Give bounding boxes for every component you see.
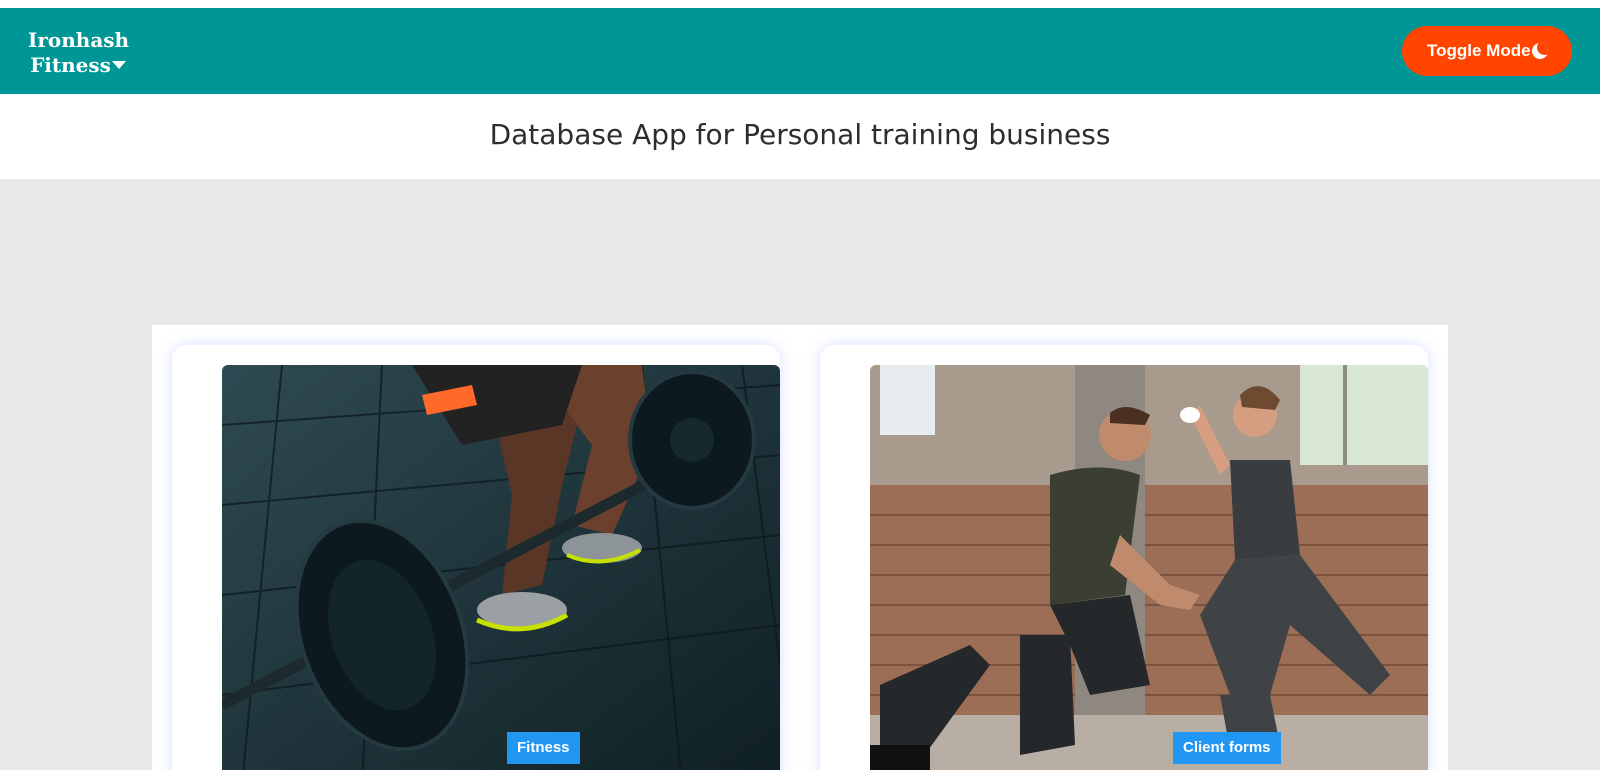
brand-line-1: Ironhash bbox=[28, 28, 130, 52]
toggle-mode-label: Toggle Mode bbox=[1427, 41, 1531, 60]
card-badge-client-forms[interactable]: Client forms bbox=[1173, 732, 1281, 764]
card-fitness[interactable]: Fitness bbox=[172, 345, 780, 770]
caret-down-icon bbox=[111, 61, 126, 69]
top-strip bbox=[0, 0, 1600, 8]
brand-dropdown[interactable]: Ironhash Fitness bbox=[28, 28, 130, 78]
card-badge-fitness[interactable]: Fitness bbox=[507, 732, 580, 764]
toggle-mode-button[interactable]: Toggle Mode bbox=[1402, 26, 1572, 76]
navbar: Ironhash Fitness Toggle Mode bbox=[0, 8, 1600, 94]
trainer-client-image bbox=[870, 365, 1428, 770]
card-client-forms[interactable]: Client forms bbox=[820, 345, 1428, 770]
page-title: Database App for Personal training busin… bbox=[489, 118, 1111, 151]
cards-panel: Fitness Client forms bbox=[152, 325, 1448, 770]
barbell-deadlift-image bbox=[222, 365, 780, 770]
title-band: Database App for Personal training busin… bbox=[0, 94, 1600, 179]
brand-line-2: Fitness bbox=[30, 53, 111, 77]
moon-icon bbox=[1532, 43, 1548, 59]
